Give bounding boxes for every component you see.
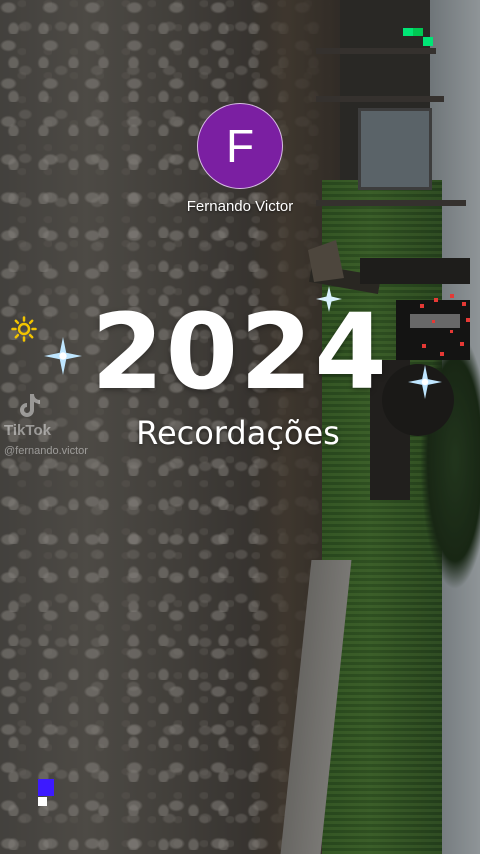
pixel-decoration <box>38 779 54 806</box>
four-point-star-icon <box>316 286 342 312</box>
avatar-initial: F <box>225 120 255 172</box>
watermark-brand: TikTok <box>4 422 51 439</box>
watermark-handle: @fernando.victor <box>4 445 88 457</box>
four-point-star-icon <box>44 337 82 375</box>
red-dots-decoration <box>420 294 470 356</box>
author-name: Fernando Victor <box>186 198 294 215</box>
pixel-decoration <box>403 28 433 46</box>
subtitle: Recordações <box>136 414 340 452</box>
story-screen: TikTok @fernando.victor F Fernando Victo… <box>0 0 480 854</box>
four-point-star-icon <box>408 365 442 399</box>
tiktok-watermark: TikTok @fernando.victor <box>4 392 88 457</box>
year-title: 2024 <box>91 291 389 413</box>
author-avatar[interactable]: F <box>197 103 283 189</box>
tiktok-logo-icon <box>20 394 40 417</box>
sun-icon <box>11 316 37 342</box>
